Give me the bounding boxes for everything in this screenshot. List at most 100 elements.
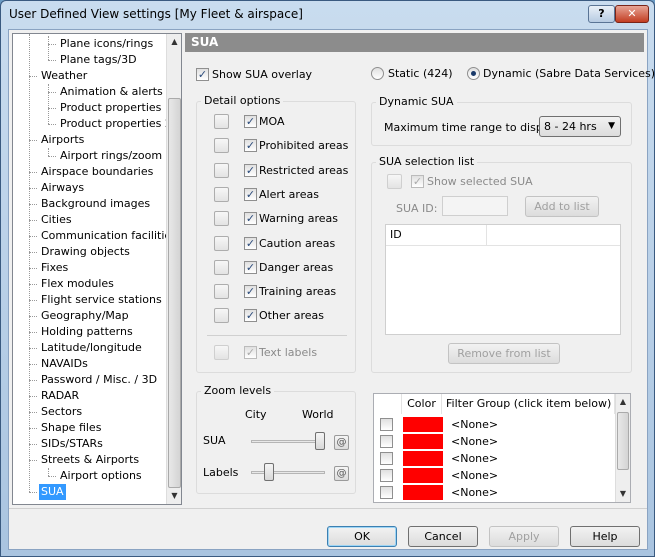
area-checkbox[interactable]: ✓: [244, 285, 257, 299]
help-title-button[interactable]: ?: [588, 5, 615, 23]
tree-item[interactable]: Airport options: [58, 468, 144, 484]
filter-group-cell[interactable]: <None>: [451, 484, 498, 501]
table-row[interactable]: <None>: [375, 484, 613, 501]
filter-scroll-thumb[interactable]: [617, 412, 629, 470]
sua-zoom-track[interactable]: [251, 440, 325, 443]
max-range-select[interactable]: 8 - 24 hrs ▼: [539, 116, 621, 137]
table-row[interactable]: <None>: [375, 467, 613, 484]
area-checkbox[interactable]: ✓: [244, 187, 257, 201]
tree-item[interactable]: Drawing objects: [39, 244, 132, 260]
tree-item[interactable]: Background images: [39, 196, 152, 212]
tree-item[interactable]: Sectors: [39, 404, 84, 420]
table-row[interactable]: <None>: [375, 450, 613, 467]
area-checkbox[interactable]: ✓: [244, 163, 257, 177]
scroll-thumb[interactable]: [168, 98, 181, 488]
row-checkbox[interactable]: [380, 486, 393, 499]
tree-scrollbar[interactable]: ▲ ▼: [166, 34, 181, 504]
area-color-swatch[interactable]: [214, 308, 229, 324]
filter-table-scrollbar[interactable]: ▲ ▼: [615, 394, 630, 502]
id-column-header[interactable]: ID: [386, 225, 487, 245]
labels-zoom-track[interactable]: [251, 471, 325, 474]
tree-item[interactable]: Airport rings/zoom: [58, 148, 164, 164]
color-column-header[interactable]: Color: [402, 394, 442, 414]
tree-item[interactable]: Fixes: [39, 260, 70, 276]
tree-item[interactable]: Cities: [39, 212, 74, 228]
filter-group-column-header[interactable]: Filter Group (click item below): [442, 394, 615, 414]
tree-item[interactable]: Airspace boundaries: [39, 164, 155, 180]
tree-item[interactable]: Password / Misc. / 3D: [39, 372, 159, 388]
ok-button[interactable]: OK: [327, 526, 397, 547]
area-checkbox[interactable]: ✓: [244, 309, 257, 323]
area-color-swatch[interactable]: [214, 138, 229, 154]
scroll-down-icon[interactable]: ▼: [167, 488, 181, 504]
tree-item[interactable]: Weather: [39, 68, 89, 84]
text-labels-checkbox[interactable]: ✓: [244, 346, 257, 359]
color-cell[interactable]: [403, 451, 443, 466]
tree-item[interactable]: Streets & Airports: [39, 452, 141, 468]
tree-item[interactable]: Animation & alerts: [58, 84, 165, 100]
labels-zoom-thumb[interactable]: [263, 463, 274, 481]
tree-item[interactable]: Plane tags/3D: [58, 52, 139, 68]
filter-scroll-up-icon[interactable]: ▲: [616, 394, 630, 410]
tree-item[interactable]: NAVAIDs: [39, 356, 90, 372]
tree-item[interactable]: Communication facilities: [39, 228, 179, 244]
labels-zoom-at-button[interactable]: @: [334, 466, 349, 481]
row-checkbox[interactable]: [380, 452, 393, 465]
area-color-swatch[interactable]: [214, 235, 229, 251]
add-to-list-button[interactable]: Add to list: [525, 196, 599, 217]
sua-zoom-at-button[interactable]: @: [334, 435, 349, 450]
sua-zoom-thumb[interactable]: [315, 432, 325, 450]
tree-item[interactable]: Flex modules: [39, 276, 116, 292]
area-color-swatch[interactable]: [214, 162, 229, 178]
apply-button[interactable]: Apply: [489, 526, 559, 547]
row-checkbox[interactable]: [380, 418, 393, 431]
row-checkbox[interactable]: [380, 469, 393, 482]
filter-group-cell[interactable]: <None>: [451, 416, 498, 433]
color-cell[interactable]: [403, 468, 443, 483]
help-button[interactable]: Help: [570, 526, 640, 547]
tree-item[interactable]: Flight service stations: [39, 292, 164, 308]
area-color-swatch[interactable]: [214, 259, 229, 275]
tree-item[interactable]: Airways: [39, 180, 86, 196]
dynamic-radio[interactable]: [467, 67, 480, 80]
area-checkbox[interactable]: ✓: [244, 260, 257, 274]
tree-item[interactable]: Product properties 2: [58, 116, 174, 132]
close-button[interactable]: ✕: [615, 5, 649, 23]
sua-id-input[interactable]: [442, 196, 508, 216]
color-cell[interactable]: [403, 485, 443, 500]
filter-group-cell[interactable]: <None>: [451, 450, 498, 467]
tree-item[interactable]: RADAR: [39, 388, 81, 404]
color-cell[interactable]: [403, 417, 443, 432]
area-color-swatch[interactable]: [214, 211, 229, 227]
title-bar[interactable]: User Defined View settings [My Fleet & a…: [1, 1, 654, 28]
area-color-swatch[interactable]: [214, 114, 229, 129]
filter-group-cell[interactable]: <None>: [451, 433, 498, 450]
scroll-up-icon[interactable]: ▲: [167, 34, 181, 50]
tree-item[interactable]: Latitude/longitude: [39, 340, 144, 356]
table-row[interactable]: <None>: [375, 416, 613, 433]
filter-group-cell[interactable]: <None>: [451, 467, 498, 484]
tree-item[interactable]: Plane icons/rings: [58, 36, 155, 52]
area-checkbox[interactable]: ✓: [244, 139, 257, 153]
show-sua-overlay-checkbox[interactable]: ✓: [196, 68, 209, 81]
tree-item[interactable]: SUA: [39, 484, 66, 500]
tree-item[interactable]: SIDs/STARs: [39, 436, 105, 452]
filter-scroll-down-icon[interactable]: ▼: [616, 486, 630, 502]
tree-item[interactable]: Product properties: [58, 100, 163, 116]
static-radio[interactable]: [371, 67, 384, 80]
show-selected-checkbox[interactable]: ✓: [411, 175, 424, 188]
tree-item[interactable]: Shape files: [39, 420, 103, 436]
area-checkbox[interactable]: ✓: [244, 115, 257, 128]
color-cell[interactable]: [403, 434, 443, 449]
table-row[interactable]: <None>: [375, 433, 613, 450]
remove-from-list-button[interactable]: Remove from list: [448, 343, 560, 364]
tree-item[interactable]: Holding patterns: [39, 324, 135, 340]
area-checkbox[interactable]: ✓: [244, 212, 257, 226]
area-color-swatch[interactable]: [214, 284, 229, 300]
tree-item[interactable]: Airports: [39, 132, 86, 148]
tree-item[interactable]: Geography/Map: [39, 308, 131, 324]
area-checkbox[interactable]: ✓: [244, 236, 257, 250]
area-color-swatch[interactable]: [214, 186, 229, 202]
row-checkbox[interactable]: [380, 435, 393, 448]
cancel-button[interactable]: Cancel: [408, 526, 478, 547]
